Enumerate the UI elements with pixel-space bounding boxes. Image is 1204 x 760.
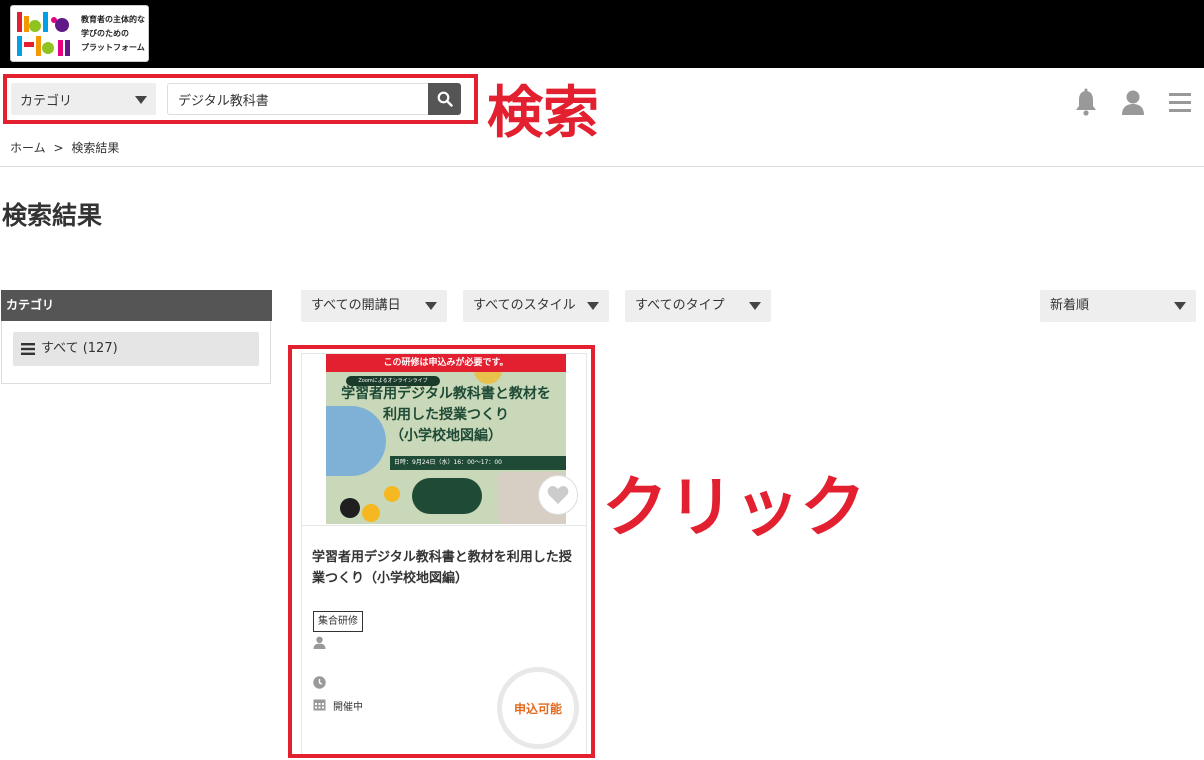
style-filter-select[interactable]: すべてのスタイル	[463, 290, 609, 322]
sidebar-item-all[interactable]: すべて (127)	[13, 332, 259, 366]
sidebar-heading: カテゴリ	[1, 290, 272, 321]
click-annotation: クリック	[602, 469, 866, 546]
chevron-down-icon	[1174, 302, 1186, 310]
top-bar: 教育者の主体的な 学びのための プラットフォーム	[0, 0, 1204, 68]
chevron-down-icon	[587, 302, 599, 310]
breadcrumb-current: 検索結果	[71, 141, 120, 155]
chevron-down-icon	[425, 302, 437, 310]
search-annotation: 検索	[487, 81, 599, 146]
logo-mark	[17, 12, 70, 56]
sort-select[interactable]: 新着順	[1040, 290, 1196, 322]
site-logo[interactable]: 教育者の主体的な 学びのための プラットフォーム	[10, 5, 149, 62]
logo-line: 教育者の主体的な	[81, 15, 145, 24]
sidebar-item-label: すべて (127)	[41, 341, 118, 356]
card-highlight-box	[288, 345, 595, 758]
user-icon[interactable]	[1120, 88, 1146, 116]
hamburger-menu-icon[interactable]	[1167, 88, 1193, 116]
search-highlight-box	[3, 74, 478, 124]
date-filter-label: すべての開講日	[311, 298, 401, 313]
sort-select-label: 新着順	[1050, 298, 1090, 313]
type-filter-select[interactable]: すべてのタイプ	[625, 290, 771, 322]
logo-line: 学びのための	[81, 29, 129, 38]
chevron-down-icon	[749, 302, 761, 310]
style-filter-label: すべてのスタイル	[473, 298, 576, 313]
breadcrumb: ホーム > 検索結果	[10, 139, 119, 156]
page-title: 検索結果	[2, 201, 103, 230]
list-icon	[21, 343, 35, 355]
type-filter-label: すべてのタイプ	[635, 298, 725, 313]
breadcrumb-separator: >	[53, 141, 64, 155]
logo-line: プラットフォーム	[81, 43, 145, 52]
category-sidebar: カテゴリ すべて (127)	[1, 290, 272, 384]
date-filter-select[interactable]: すべての開講日	[301, 290, 447, 322]
bell-icon[interactable]	[1073, 88, 1099, 116]
header-divider	[0, 166, 1204, 167]
logo-tagline: 教育者の主体的な 学びのための プラットフォーム	[81, 13, 147, 55]
breadcrumb-home-link[interactable]: ホーム	[10, 141, 46, 155]
